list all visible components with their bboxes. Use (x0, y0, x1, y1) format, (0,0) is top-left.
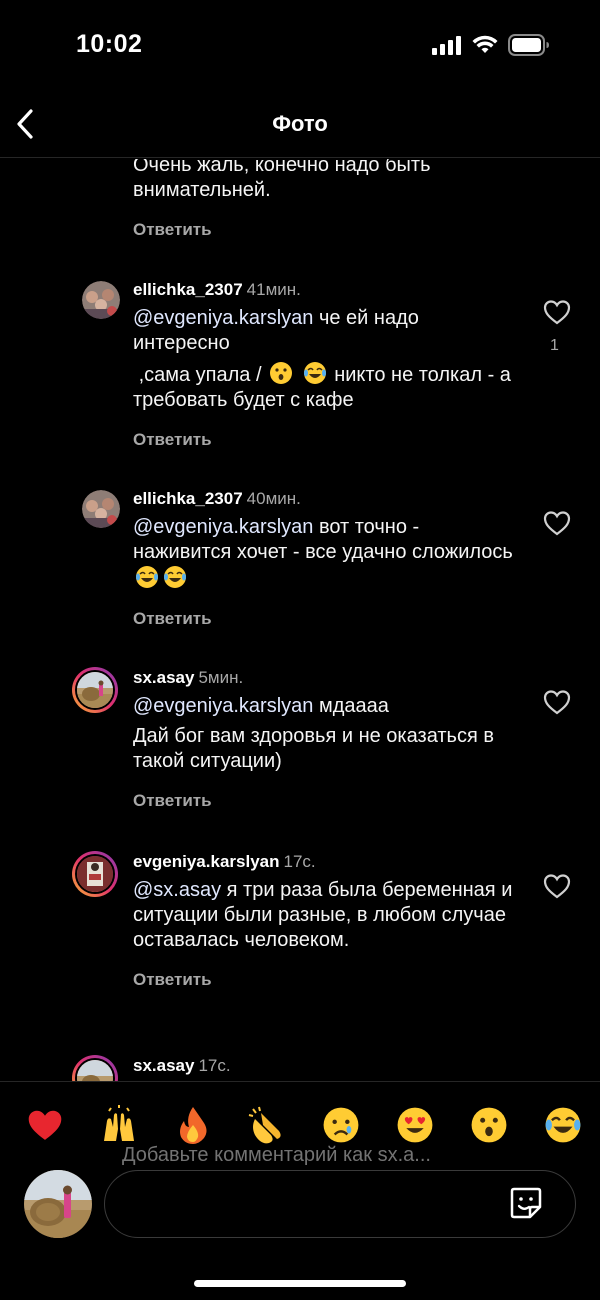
heart-icon[interactable] (543, 873, 571, 899)
reply-button[interactable]: Ответить (133, 430, 518, 450)
comments-list[interactable]: Очень жаль, конечно надо быть внимательн… (0, 159, 600, 1081)
comment-time: 17с. (198, 1056, 231, 1075)
tears-of-joy-icon (545, 1107, 581, 1143)
status-bar: 10:02 (0, 0, 600, 90)
comment-text: Дай бог вам здоровья и не оказаться в та… (133, 725, 494, 772)
hushed-face-icon (270, 362, 293, 384)
avatar-story-ring[interactable] (72, 851, 118, 897)
avatar-story-ring[interactable] (72, 667, 118, 713)
heart-icon[interactable] (543, 299, 571, 325)
raising-hands-reaction-button[interactable] (98, 1104, 140, 1146)
crying-face-icon (323, 1107, 359, 1143)
comment-text: Очень жаль, конечно надо быть внимательн… (133, 159, 431, 201)
comment-input-placeholder: Добавьте комментарий как sx.a... (122, 1144, 431, 1166)
comment-header: ellichka_2307 41мин. (133, 279, 518, 301)
cellular-signal-icon (432, 36, 461, 55)
comment-username[interactable]: sx.asay (133, 1056, 194, 1075)
comment-header: evgeniya.karslyan 17с. (133, 851, 518, 873)
page-title: Фото (272, 111, 328, 136)
sticker-button[interactable] (508, 1185, 544, 1221)
tears-of-joy-icon (136, 566, 158, 588)
comment-time: 17с. (283, 852, 316, 871)
comment-composer: Добавьте комментарий как sx.a... (0, 1081, 600, 1300)
sticker-icon (510, 1187, 542, 1219)
mention-link[interactable]: @sx.asay (133, 879, 221, 901)
avatar-story-ring[interactable] (72, 1055, 118, 1081)
comment-time: 40мин. (246, 489, 301, 508)
avatar[interactable] (82, 490, 120, 528)
comment-header: sx.asay 5мин. (133, 667, 518, 689)
comment-username[interactable]: evgeniya.karslyan (133, 852, 279, 871)
tears-of-joy-reaction-button[interactable] (542, 1104, 584, 1146)
comment-text: @sx.asay я три раза была беременная и си… (133, 879, 513, 951)
mention-link[interactable]: @evgeniya.karslyan (133, 695, 313, 717)
tears-of-joy-icon (303, 362, 326, 384)
reply-button[interactable]: Ответить (133, 970, 518, 990)
surprised-face-reaction-button[interactable] (468, 1104, 510, 1146)
battery-icon (508, 34, 549, 56)
comment-input[interactable] (104, 1170, 576, 1238)
comment-text: ,сама упала / никто не толкал - а требов… (133, 361, 518, 413)
comment-header: ellichka_2307 40мин. (133, 488, 518, 510)
quick-reactions (24, 1104, 584, 1146)
clapping-hands-icon (248, 1106, 281, 1144)
comment-time: 41мин. (246, 280, 301, 299)
heart-eyes-icon (397, 1107, 433, 1143)
comment-username[interactable]: ellichka_2307 (133, 280, 243, 299)
fire-reaction-button[interactable] (172, 1104, 214, 1146)
surprised-face-icon (471, 1107, 507, 1143)
fire-icon (180, 1107, 207, 1144)
avatar[interactable] (82, 281, 120, 319)
heart-icon[interactable] (543, 510, 571, 536)
wifi-icon (472, 35, 498, 53)
reply-button[interactable]: Ответить (133, 609, 518, 629)
comment-text: @evgeniya.karslyan че ей надо интересно (133, 307, 419, 354)
status-time: 10:02 (76, 30, 143, 58)
status-icons (432, 34, 550, 56)
reply-button[interactable]: Ответить (133, 791, 518, 811)
mention-link[interactable]: @evgeniya.karslyan (133, 307, 313, 329)
comment-username[interactable]: sx.asay (133, 668, 194, 687)
like-count: 1 (550, 337, 559, 354)
current-user-avatar (24, 1170, 92, 1238)
comment-time: 5мин. (198, 668, 244, 687)
crying-face-reaction-button[interactable] (320, 1104, 362, 1146)
raising-hands-icon (104, 1105, 134, 1141)
tears-of-joy-icon (164, 566, 186, 588)
comment-text: @evgeniya.karslyan вот точно - наживится… (133, 515, 518, 592)
home-indicator[interactable] (194, 1280, 406, 1287)
mention-link[interactable]: @evgeniya.karslyan (133, 516, 313, 538)
heart-eyes-reaction-button[interactable] (394, 1104, 436, 1146)
red-heart-reaction-button[interactable] (24, 1104, 66, 1146)
comment-text: @evgeniya.karslyan мдаааа (133, 695, 389, 717)
reply-button[interactable]: Ответить (133, 220, 518, 240)
comment-username[interactable]: ellichka_2307 (133, 489, 243, 508)
clapping-hands-reaction-button[interactable] (246, 1104, 288, 1146)
heart-icon[interactable] (543, 689, 571, 715)
red-heart-icon (28, 1110, 62, 1140)
navigation-bar: Фото (0, 90, 600, 158)
comment-header: sx.asay 17с. (133, 1055, 518, 1077)
